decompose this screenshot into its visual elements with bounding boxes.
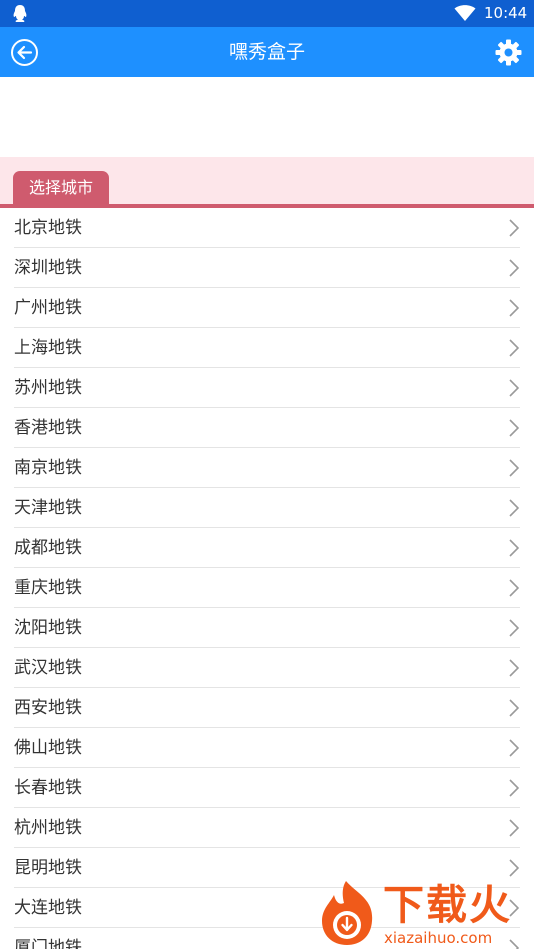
chevron-right-icon xyxy=(509,699,520,717)
list-item[interactable]: 广州地铁 xyxy=(0,288,534,328)
chevron-right-icon xyxy=(509,859,520,877)
watermark: 下载火 xiazaihuo.com xyxy=(312,879,534,949)
section-header: 选择城市 xyxy=(0,157,534,208)
city-label: 深圳地铁 xyxy=(14,258,82,278)
city-label: 西安地铁 xyxy=(14,698,82,718)
list-item[interactable]: 重庆地铁 xyxy=(0,568,534,608)
chevron-right-icon xyxy=(509,459,520,477)
chevron-right-icon xyxy=(509,219,520,237)
list-item[interactable]: 成都地铁 xyxy=(0,528,534,568)
list-item[interactable]: 杭州地铁 xyxy=(0,808,534,848)
city-label: 香港地铁 xyxy=(14,418,82,438)
list-item[interactable]: 武汉地铁 xyxy=(0,648,534,688)
list-item[interactable]: 深圳地铁 xyxy=(0,248,534,288)
chevron-right-icon xyxy=(509,539,520,557)
city-label: 南京地铁 xyxy=(14,458,82,478)
page-title: 嘿秀盒子 xyxy=(228,41,305,63)
chevron-right-icon xyxy=(509,779,520,797)
status-time: 10:44 xyxy=(484,4,528,22)
watermark-url: xiazaihuo.com xyxy=(384,929,493,947)
flame-logo-icon xyxy=(322,881,373,945)
city-label: 杭州地铁 xyxy=(14,818,82,838)
city-label: 大连地铁 xyxy=(14,898,82,918)
city-label: 重庆地铁 xyxy=(14,578,82,598)
city-label: 广州地铁 xyxy=(14,298,82,318)
city-label: 天津地铁 xyxy=(14,498,82,518)
list-item[interactable]: 沈阳地铁 xyxy=(0,608,534,648)
chevron-right-icon xyxy=(509,619,520,637)
chevron-right-icon xyxy=(509,659,520,677)
city-label: 长春地铁 xyxy=(14,778,82,798)
list-item[interactable]: 长春地铁 xyxy=(0,768,534,808)
chevron-right-icon xyxy=(509,299,520,317)
wifi-icon xyxy=(454,5,476,21)
status-bar: 10:44 xyxy=(0,0,534,27)
city-label: 厦门地铁 xyxy=(14,938,82,949)
app-bar: 嘿秀盒子 xyxy=(0,27,534,77)
city-label: 上海地铁 xyxy=(14,338,82,358)
city-label: 成都地铁 xyxy=(14,538,82,558)
city-label: 武汉地铁 xyxy=(14,658,82,678)
chevron-right-icon xyxy=(509,379,520,397)
chevron-right-icon xyxy=(509,339,520,357)
list-item[interactable]: 苏州地铁 xyxy=(0,368,534,408)
content-blank-area xyxy=(0,77,534,157)
qq-icon xyxy=(13,5,27,22)
list-item[interactable]: 西安地铁 xyxy=(0,688,534,728)
chevron-right-icon xyxy=(509,259,520,277)
chevron-right-icon xyxy=(509,739,520,757)
list-item[interactable]: 北京地铁 xyxy=(0,208,534,248)
list-item[interactable]: 上海地铁 xyxy=(0,328,534,368)
city-list: 北京地铁深圳地铁广州地铁上海地铁苏州地铁香港地铁南京地铁天津地铁成都地铁重庆地铁… xyxy=(0,208,534,949)
watermark-brand: 下载火 xyxy=(383,881,512,929)
gear-icon[interactable] xyxy=(494,38,523,67)
list-item[interactable]: 南京地铁 xyxy=(0,448,534,488)
chevron-right-icon xyxy=(509,819,520,837)
city-label: 昆明地铁 xyxy=(14,858,82,878)
tab-select-city[interactable]: 选择城市 xyxy=(13,171,109,204)
list-item[interactable]: 天津地铁 xyxy=(0,488,534,528)
list-item[interactable]: 香港地铁 xyxy=(0,408,534,448)
city-label: 苏州地铁 xyxy=(14,378,82,398)
chevron-right-icon xyxy=(509,499,520,517)
chevron-right-icon xyxy=(509,419,520,437)
city-label: 沈阳地铁 xyxy=(14,618,82,638)
city-label: 佛山地铁 xyxy=(14,738,82,758)
chevron-right-icon xyxy=(509,579,520,597)
list-item[interactable]: 佛山地铁 xyxy=(0,728,534,768)
city-label: 北京地铁 xyxy=(14,218,82,238)
